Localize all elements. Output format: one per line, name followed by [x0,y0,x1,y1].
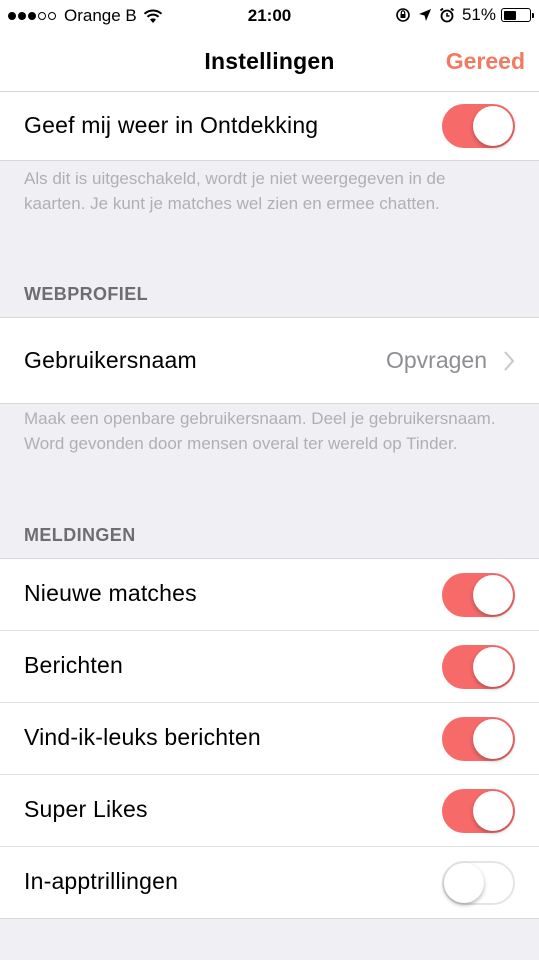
web-profile-footnote: Maak een openbare gebruikersnaam. Deel j… [24,409,496,453]
section-header-web-profile: WEBPROFIEL [24,284,148,304]
navigation-bar: Instellingen Gereed [0,34,539,92]
super-likes-toggle[interactable] [442,789,515,833]
username-row[interactable]: Gebruikersnaam Opvragen [0,318,539,403]
username-label: Gebruikersnaam [24,347,197,373]
status-bar-right: 51% [395,5,534,25]
discovery-toggle[interactable] [442,104,515,148]
battery-icon [501,8,534,22]
discovery-footnote: Als dit is uitgeschakeld, wordt je niet … [24,169,446,213]
notification-label: Nieuwe matches [24,580,197,606]
notification-label: Super Likes [24,796,148,822]
toggle-knob [473,647,513,687]
alarm-icon [439,7,455,23]
toggle-knob [473,791,513,831]
discovery-row[interactable]: Geef mij weer in Ontdekking [0,92,539,160]
chevron-right-icon [504,351,515,371]
toggle-knob [473,106,513,146]
separator [0,160,539,161]
in-app-vibrations-toggle[interactable] [442,861,515,905]
section-header-notifications: MELDINGEN [24,525,136,545]
battery-percent: 51% [461,5,496,24]
messages-toggle[interactable] [442,645,515,689]
rotation-lock-icon [396,8,410,22]
battery-fill [503,10,517,20]
toggle-knob [473,575,513,615]
separator [0,403,539,404]
toggle-knob [444,863,484,903]
notification-row-like-messages[interactable]: Vind-ik-leuks berichten [0,703,539,774]
notification-row-in-app-vibrations[interactable]: In-apptrillingen [0,847,539,918]
like-messages-toggle[interactable] [442,717,515,761]
done-button[interactable]: Gereed [446,48,525,75]
discovery-label: Geef mij weer in Ontdekking [24,112,319,138]
separator [0,918,539,919]
notification-label: Vind-ik-leuks berichten [24,724,261,750]
toggle-knob [473,719,513,759]
notification-row-new-matches[interactable]: Nieuwe matches [0,559,539,630]
username-value: Opvragen [385,347,487,373]
notification-label: In-apptrillingen [24,868,179,894]
notification-row-messages[interactable]: Berichten [0,631,539,702]
location-arrow-icon [418,9,431,21]
new-matches-toggle[interactable] [442,573,515,617]
notification-row-super-likes[interactable]: Super Likes [0,775,539,846]
status-bar: Orange B 21:00 51% [0,0,539,34]
notification-label: Berichten [24,652,123,678]
